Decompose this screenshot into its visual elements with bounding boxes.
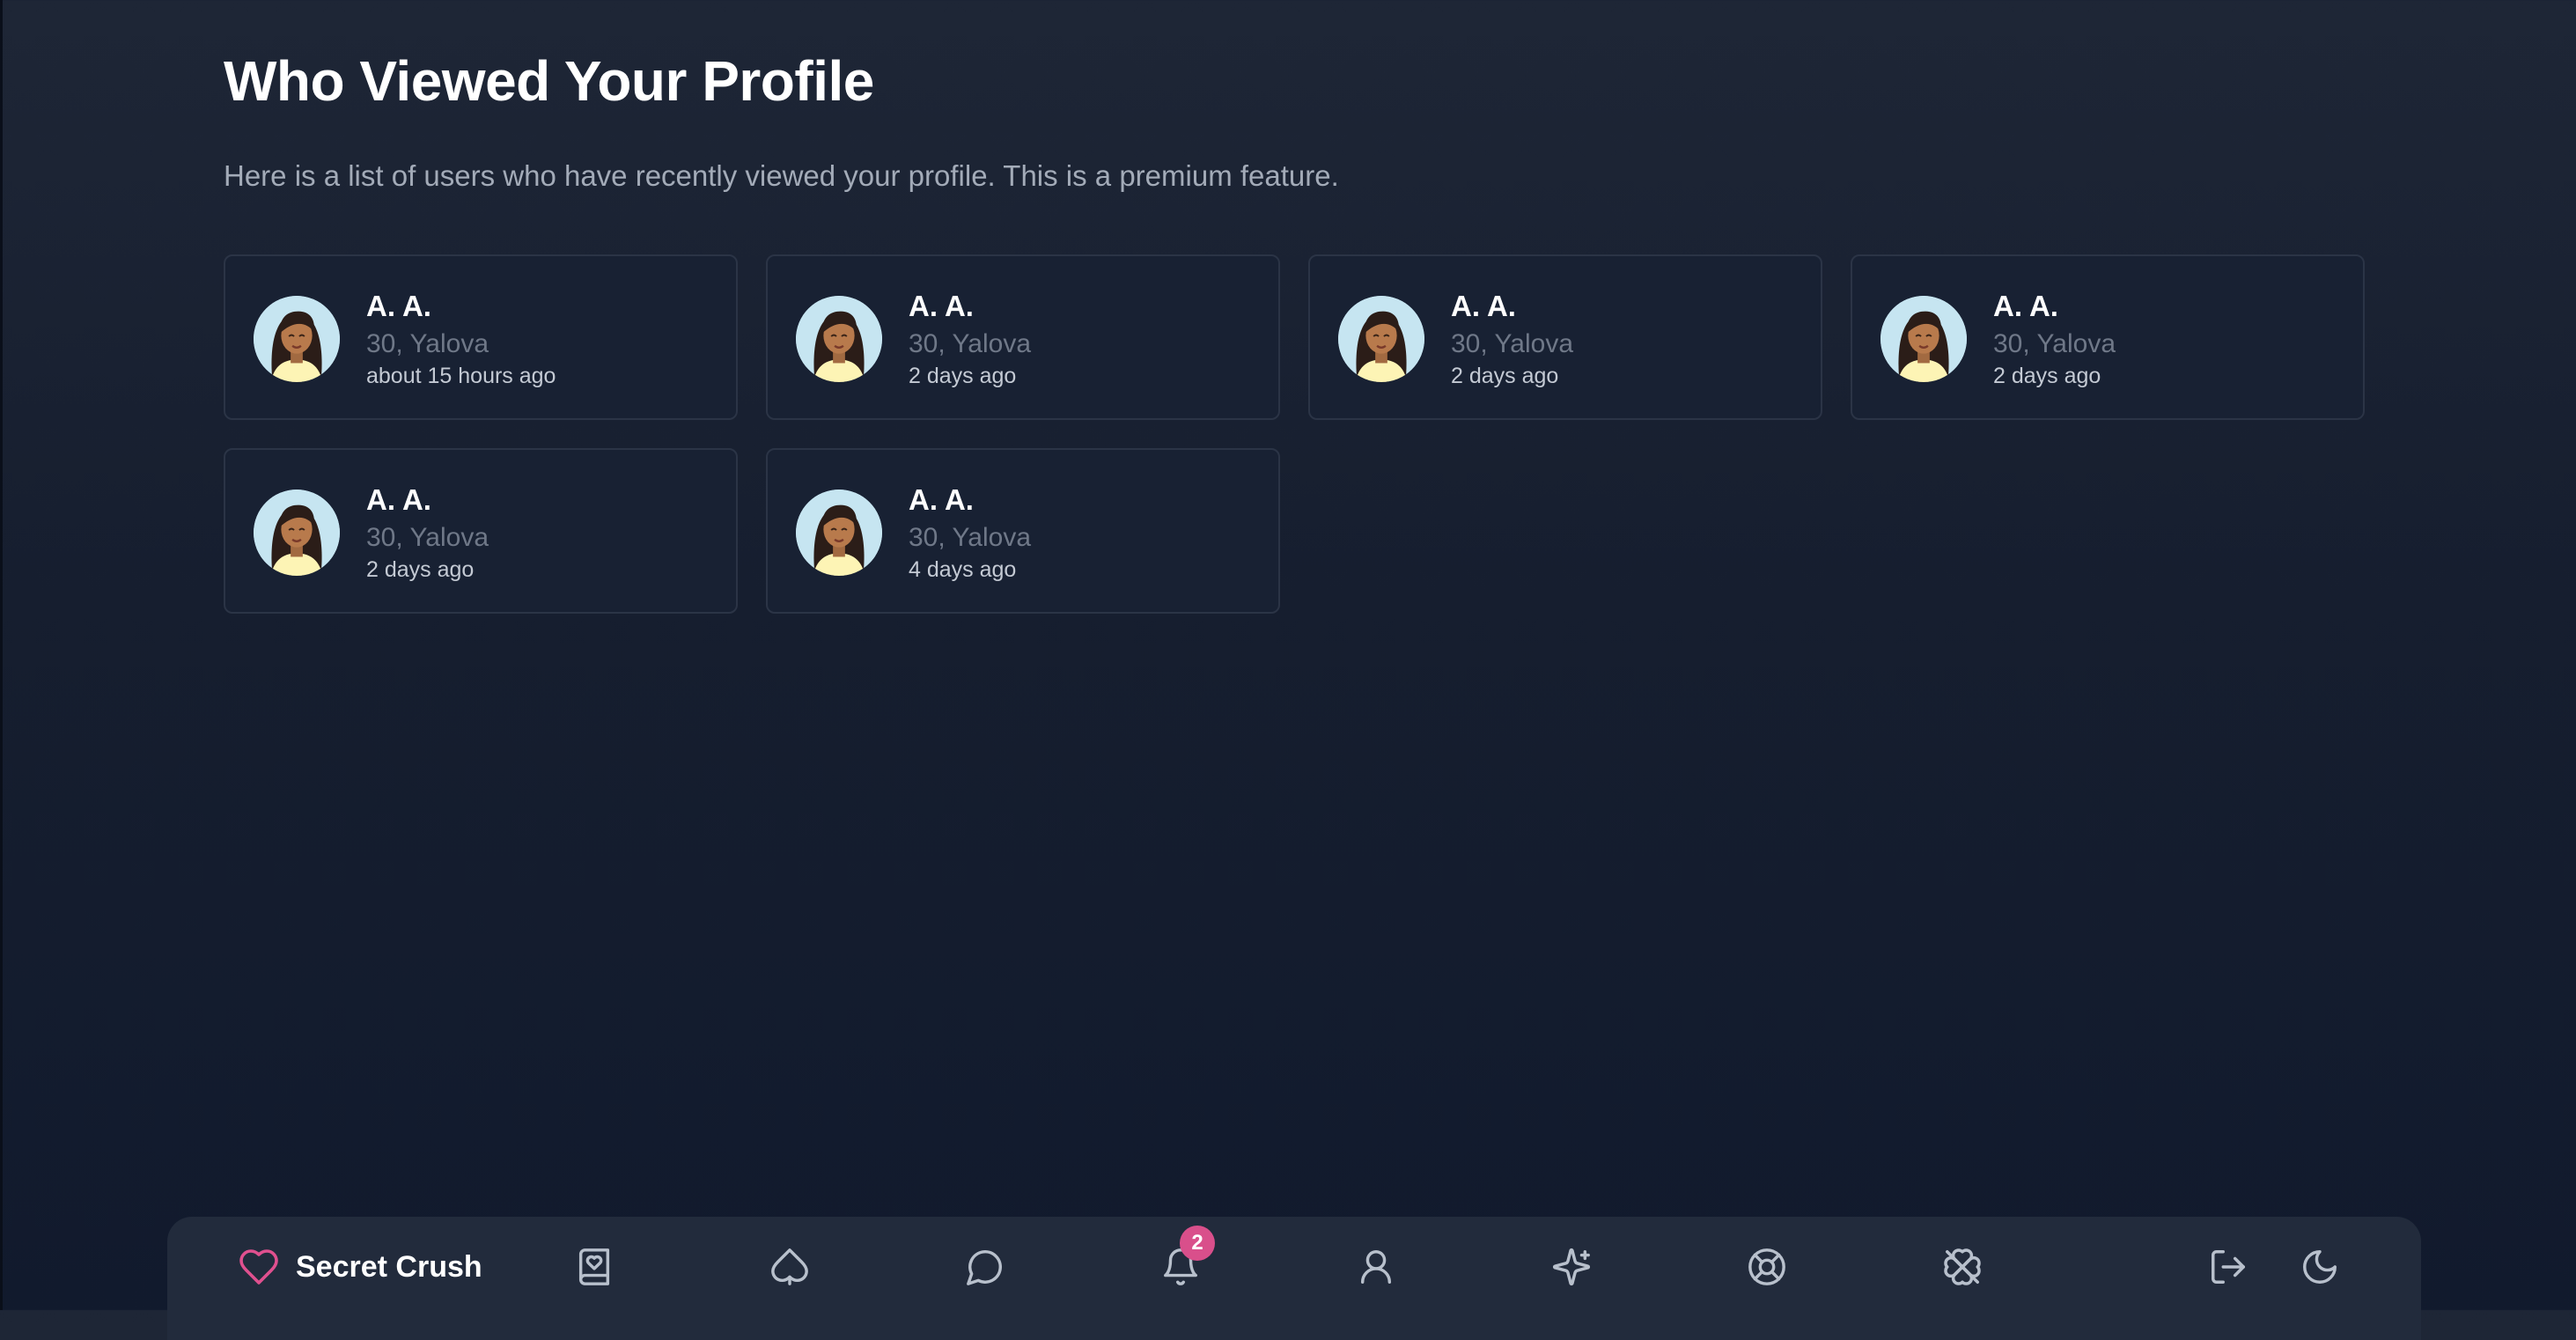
bottom-navigation: Secret Crush 2 [167, 1217, 2421, 1340]
life-buoy-icon [1748, 1248, 1785, 1285]
avatar [1338, 296, 1424, 382]
viewer-name: A. A. [1451, 290, 1516, 322]
page-description: Here is a list of users who have recentl… [224, 159, 1339, 192]
viewer-age-location: 30, Yalova [909, 523, 1031, 552]
page-title: Who Viewed Your Profile [224, 49, 874, 113]
avatar-illustration [254, 296, 340, 382]
viewer-age-location: 30, Yalova [909, 329, 1031, 358]
spade-icon [771, 1248, 808, 1285]
nav-notifications-button[interactable]: 2 [1159, 1226, 1215, 1289]
viewer-age-location: 30, Yalova [366, 329, 489, 358]
viewer-age-location: 30, Yalova [1451, 329, 1573, 358]
viewer-name: A. A. [909, 483, 974, 516]
user-icon [1360, 1250, 1392, 1284]
viewed-time: 4 days ago [909, 557, 1017, 582]
viewer-card[interactable]: A. A. 30, Yalova 2 days ago [224, 448, 738, 614]
viewer-age-location: 30, Yalova [1993, 329, 2116, 358]
viewed-time: 2 days ago [909, 364, 1017, 388]
viewer-name: A. A. [909, 290, 974, 322]
viewed-time: 2 days ago [1993, 364, 2101, 388]
avatar-illustration [1880, 296, 1967, 382]
viewer-name: A. A. [1993, 290, 2058, 322]
avatar [796, 490, 882, 576]
nav-messages-button[interactable] [963, 1245, 1007, 1289]
heart-icon [239, 1249, 278, 1285]
message-circle-icon [967, 1250, 1002, 1285]
avatar-illustration [796, 296, 882, 382]
avatar-illustration [254, 490, 340, 576]
viewer-card[interactable]: A. A. 30, Yalova 2 days ago [1851, 254, 2365, 420]
viewers-grid: A. A. 30, Yalova about 15 hours ago A. A… [224, 254, 2365, 614]
nav-support-button[interactable] [1745, 1245, 1789, 1289]
viewer-card[interactable]: A. A. 30, Yalova 4 days ago [766, 448, 1280, 614]
clover-off-icon [1944, 1248, 1981, 1285]
theme-toggle-button[interactable] [2298, 1245, 2342, 1289]
avatar [254, 296, 340, 382]
nav-profile-button[interactable] [1354, 1245, 1398, 1289]
moon-icon [2303, 1250, 2337, 1284]
book-heart-icon [578, 1248, 610, 1285]
viewer-name: A. A. [366, 483, 431, 516]
nav-spade-button[interactable] [768, 1245, 812, 1289]
viewed-time: 2 days ago [1451, 364, 1559, 388]
window-edge [0, 0, 3, 1310]
viewer-age-location: 30, Yalova [366, 523, 489, 552]
nav-book-button[interactable] [572, 1245, 616, 1289]
avatar [796, 296, 882, 382]
viewer-card[interactable]: A. A. 30, Yalova 2 days ago [766, 254, 1280, 420]
viewer-card[interactable]: A. A. 30, Yalova about 15 hours ago [224, 254, 738, 420]
nav-premium-button[interactable] [1549, 1245, 1593, 1289]
viewed-time: about 15 hours ago [366, 364, 556, 388]
logout-button[interactable] [2206, 1245, 2250, 1289]
brand-name: Secret Crush [296, 1250, 482, 1284]
notification-badge: 2 [1180, 1226, 1215, 1261]
avatar [1880, 296, 1967, 382]
avatar [254, 490, 340, 576]
brand-home-link[interactable]: Secret Crush [238, 1245, 482, 1289]
avatar-illustration [796, 490, 882, 576]
avatar-illustration [1338, 296, 1424, 382]
viewer-name: A. A. [366, 290, 431, 322]
viewer-card[interactable]: A. A. 30, Yalova 2 days ago [1308, 254, 1822, 420]
viewed-time: 2 days ago [366, 557, 475, 582]
nav-clover-button[interactable] [1940, 1245, 1984, 1289]
sparkles-icon [1552, 1248, 1591, 1286]
log-out-icon [2212, 1250, 2245, 1284]
